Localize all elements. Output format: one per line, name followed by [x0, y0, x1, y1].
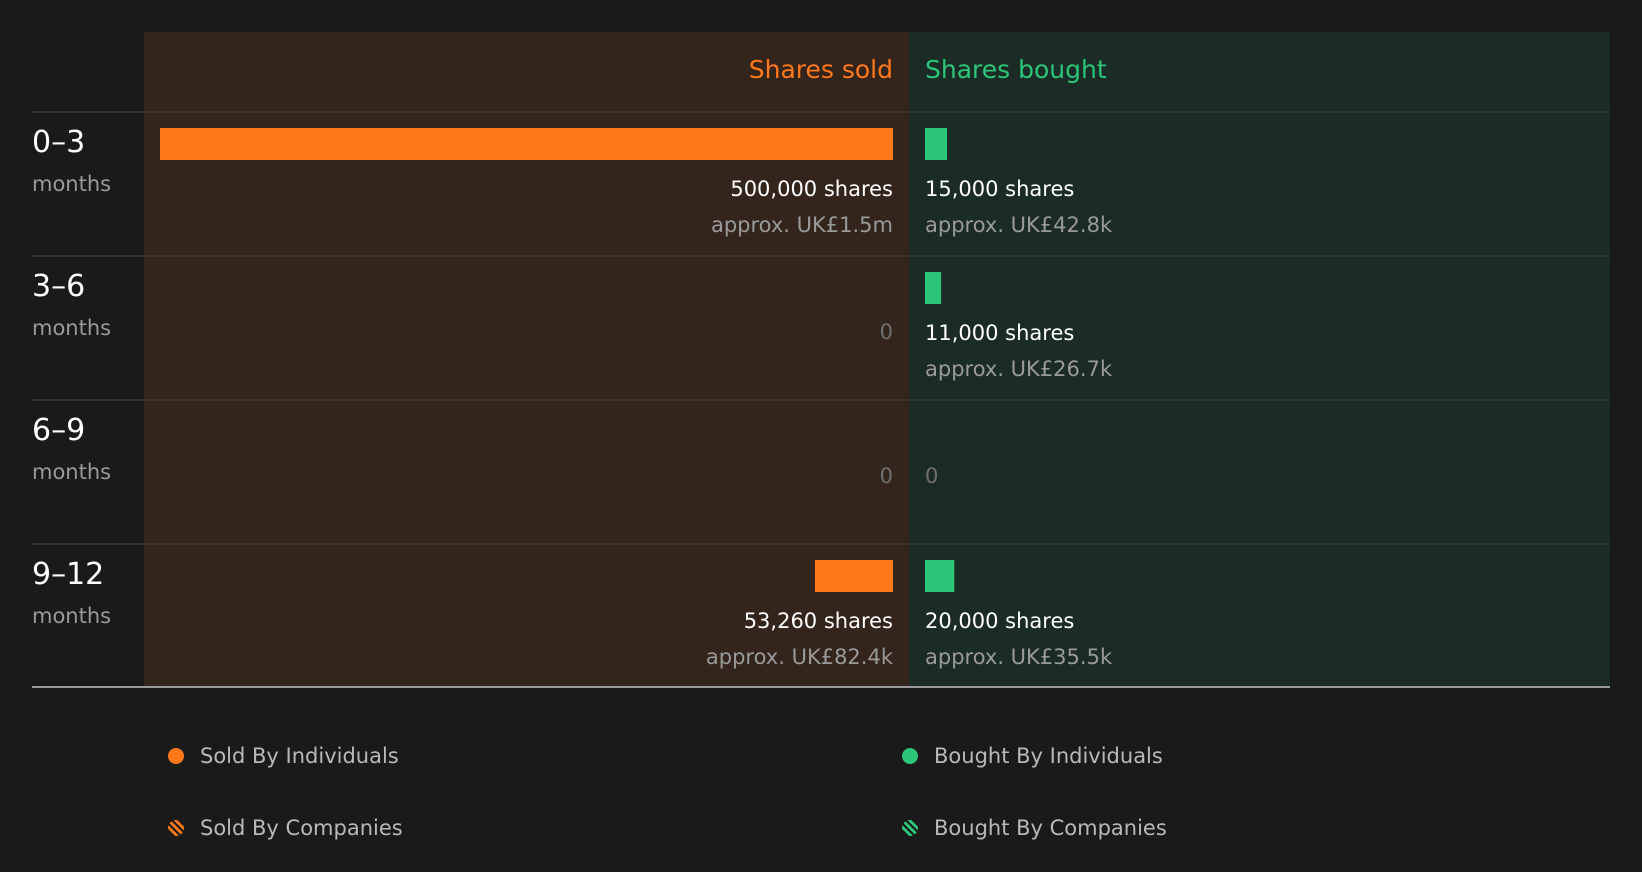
bought-individuals-dot-icon [902, 748, 918, 764]
sold-shares-label: 53,260 shares [744, 609, 893, 633]
bought-companies-hatched-dot-icon [902, 820, 918, 836]
legend-bought-individuals: Bought By Individuals [902, 744, 1163, 768]
sold-approx-value: approx. UK£1.5m [711, 213, 893, 237]
legend-bought-companies: Bought By Companies [902, 816, 1167, 840]
bought-shares-label: 20,000 shares [925, 609, 1074, 633]
row-range-label: 9–12 [32, 557, 104, 592]
sold-zero-label: 0 [880, 464, 893, 488]
legend-sold-individuals: Sold By Individuals [168, 744, 399, 768]
bought-approx-value: approx. UK£35.5k [925, 645, 1113, 669]
legend-label: Bought By Individuals [934, 744, 1163, 768]
bought-zero-label: 0 [925, 464, 938, 488]
sold-bar [160, 128, 893, 160]
legend-sold-companies: Sold By Companies [168, 816, 403, 840]
row-unit-label: months [32, 172, 111, 196]
insider-trading-chart: Shares sold Shares bought 0–3 months 500,0… [32, 32, 1610, 688]
bought-approx-value: approx. UK£26.7k [925, 357, 1113, 381]
sold-companies-hatched-dot-icon [168, 820, 184, 836]
bought-bar [925, 272, 942, 304]
sold-individuals-dot-icon [168, 748, 184, 764]
legend-label: Bought By Companies [934, 816, 1167, 840]
bought-approx-value: approx. UK£42.8k [925, 213, 1113, 237]
sold-bar [814, 560, 893, 592]
row-range-label: 6–9 [32, 413, 85, 448]
row-range-label: 0–3 [32, 125, 85, 160]
bought-bar [925, 560, 955, 592]
row-unit-label: months [32, 604, 111, 628]
row-unit-label: months [32, 316, 111, 340]
bought-shares-label: 15,000 shares [925, 177, 1074, 201]
legend-label: Sold By Individuals [200, 744, 399, 768]
sold-zero-label: 0 [880, 320, 893, 344]
bought-bar [925, 128, 947, 160]
row-range-label: 3–6 [32, 269, 85, 304]
bought-shares-label: 11,000 shares [925, 321, 1074, 345]
legend-label: Sold By Companies [200, 816, 403, 840]
sold-approx-value: approx. UK£82.4k [706, 645, 894, 669]
sold-header: Shares sold [749, 55, 893, 84]
bought-header: Shares bought [925, 55, 1107, 84]
sold-shares-label: 500,000 shares [730, 177, 893, 201]
row-unit-label: months [32, 460, 111, 484]
